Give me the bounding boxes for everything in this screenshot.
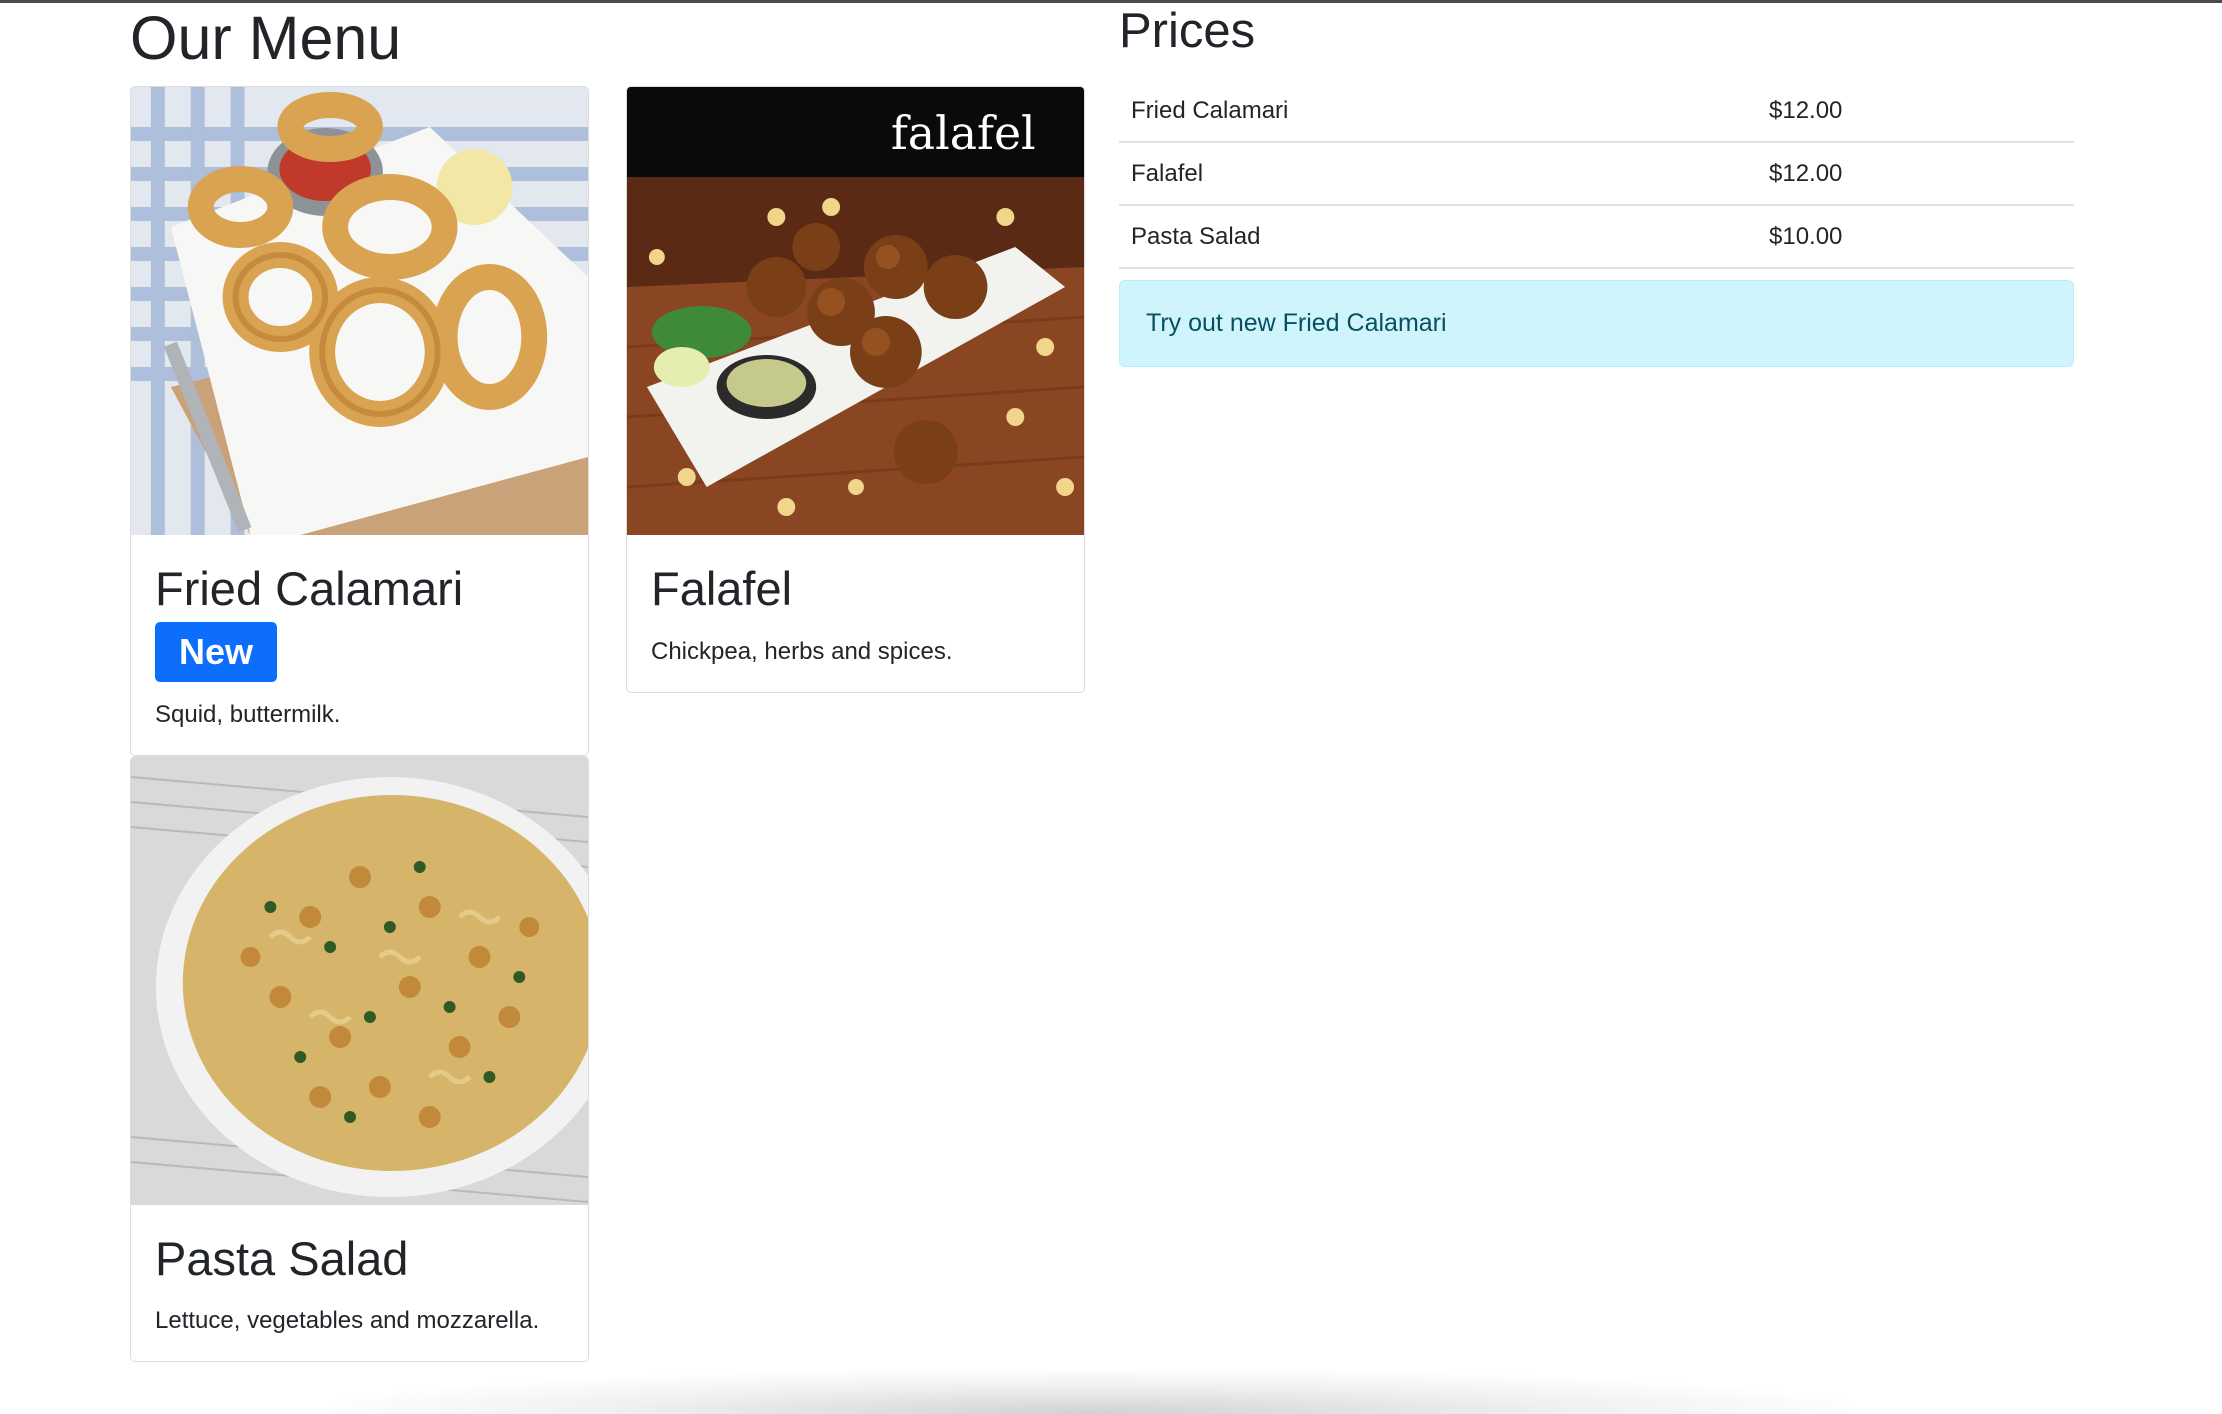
bottom-shadow <box>330 1370 1850 1414</box>
menu-card-falafel: falafel Falafel Chickpea, herbs and spic… <box>626 86 1085 693</box>
price-item-name: Fried Calamari <box>1119 80 1757 143</box>
prices-table: Fried Calamari $12.00 Falafel $12.00 Pas… <box>1119 80 2074 269</box>
menu-heading: Our Menu <box>130 4 402 72</box>
promo-alert: Try out new Fried Calamari <box>1119 280 2074 367</box>
price-item-name: Pasta Salad <box>1119 205 1757 269</box>
card-title: Fried Calamari <box>155 562 464 615</box>
card-title: Pasta Salad <box>155 1232 409 1285</box>
card-description: Lettuce, vegetables and mozzarella. <box>155 1307 540 1334</box>
table-row: Pasta Salad $10.00 <box>1119 205 2074 269</box>
prices-heading: Prices <box>1119 4 1256 58</box>
card-title: Falafel <box>651 562 793 615</box>
table-row: Fried Calamari $12.00 <box>1119 80 2074 143</box>
falafel-image-caption: falafel <box>891 106 1036 160</box>
card-description: Chickpea, herbs and spices. <box>651 638 953 665</box>
table-row: Falafel $12.00 <box>1119 142 2074 206</box>
menu-card-fried-calamari: Fried Calamari New Squid, buttermilk. <box>130 86 589 756</box>
price-item-name: Falafel <box>1119 142 1757 206</box>
card-description: Squid, buttermilk. <box>155 701 341 728</box>
new-badge: New <box>155 622 278 682</box>
falafel-image: falafel <box>627 87 1084 535</box>
pasta-salad-image <box>131 757 588 1205</box>
fried-calamari-image <box>131 87 588 535</box>
price-item-value: $12.00 <box>1757 80 2074 143</box>
price-item-value: $10.00 <box>1757 205 2074 269</box>
menu-card-pasta-salad: Pasta Salad Lettuce, vegetables and mozz… <box>130 756 589 1362</box>
price-item-value: $12.00 <box>1757 142 2074 206</box>
